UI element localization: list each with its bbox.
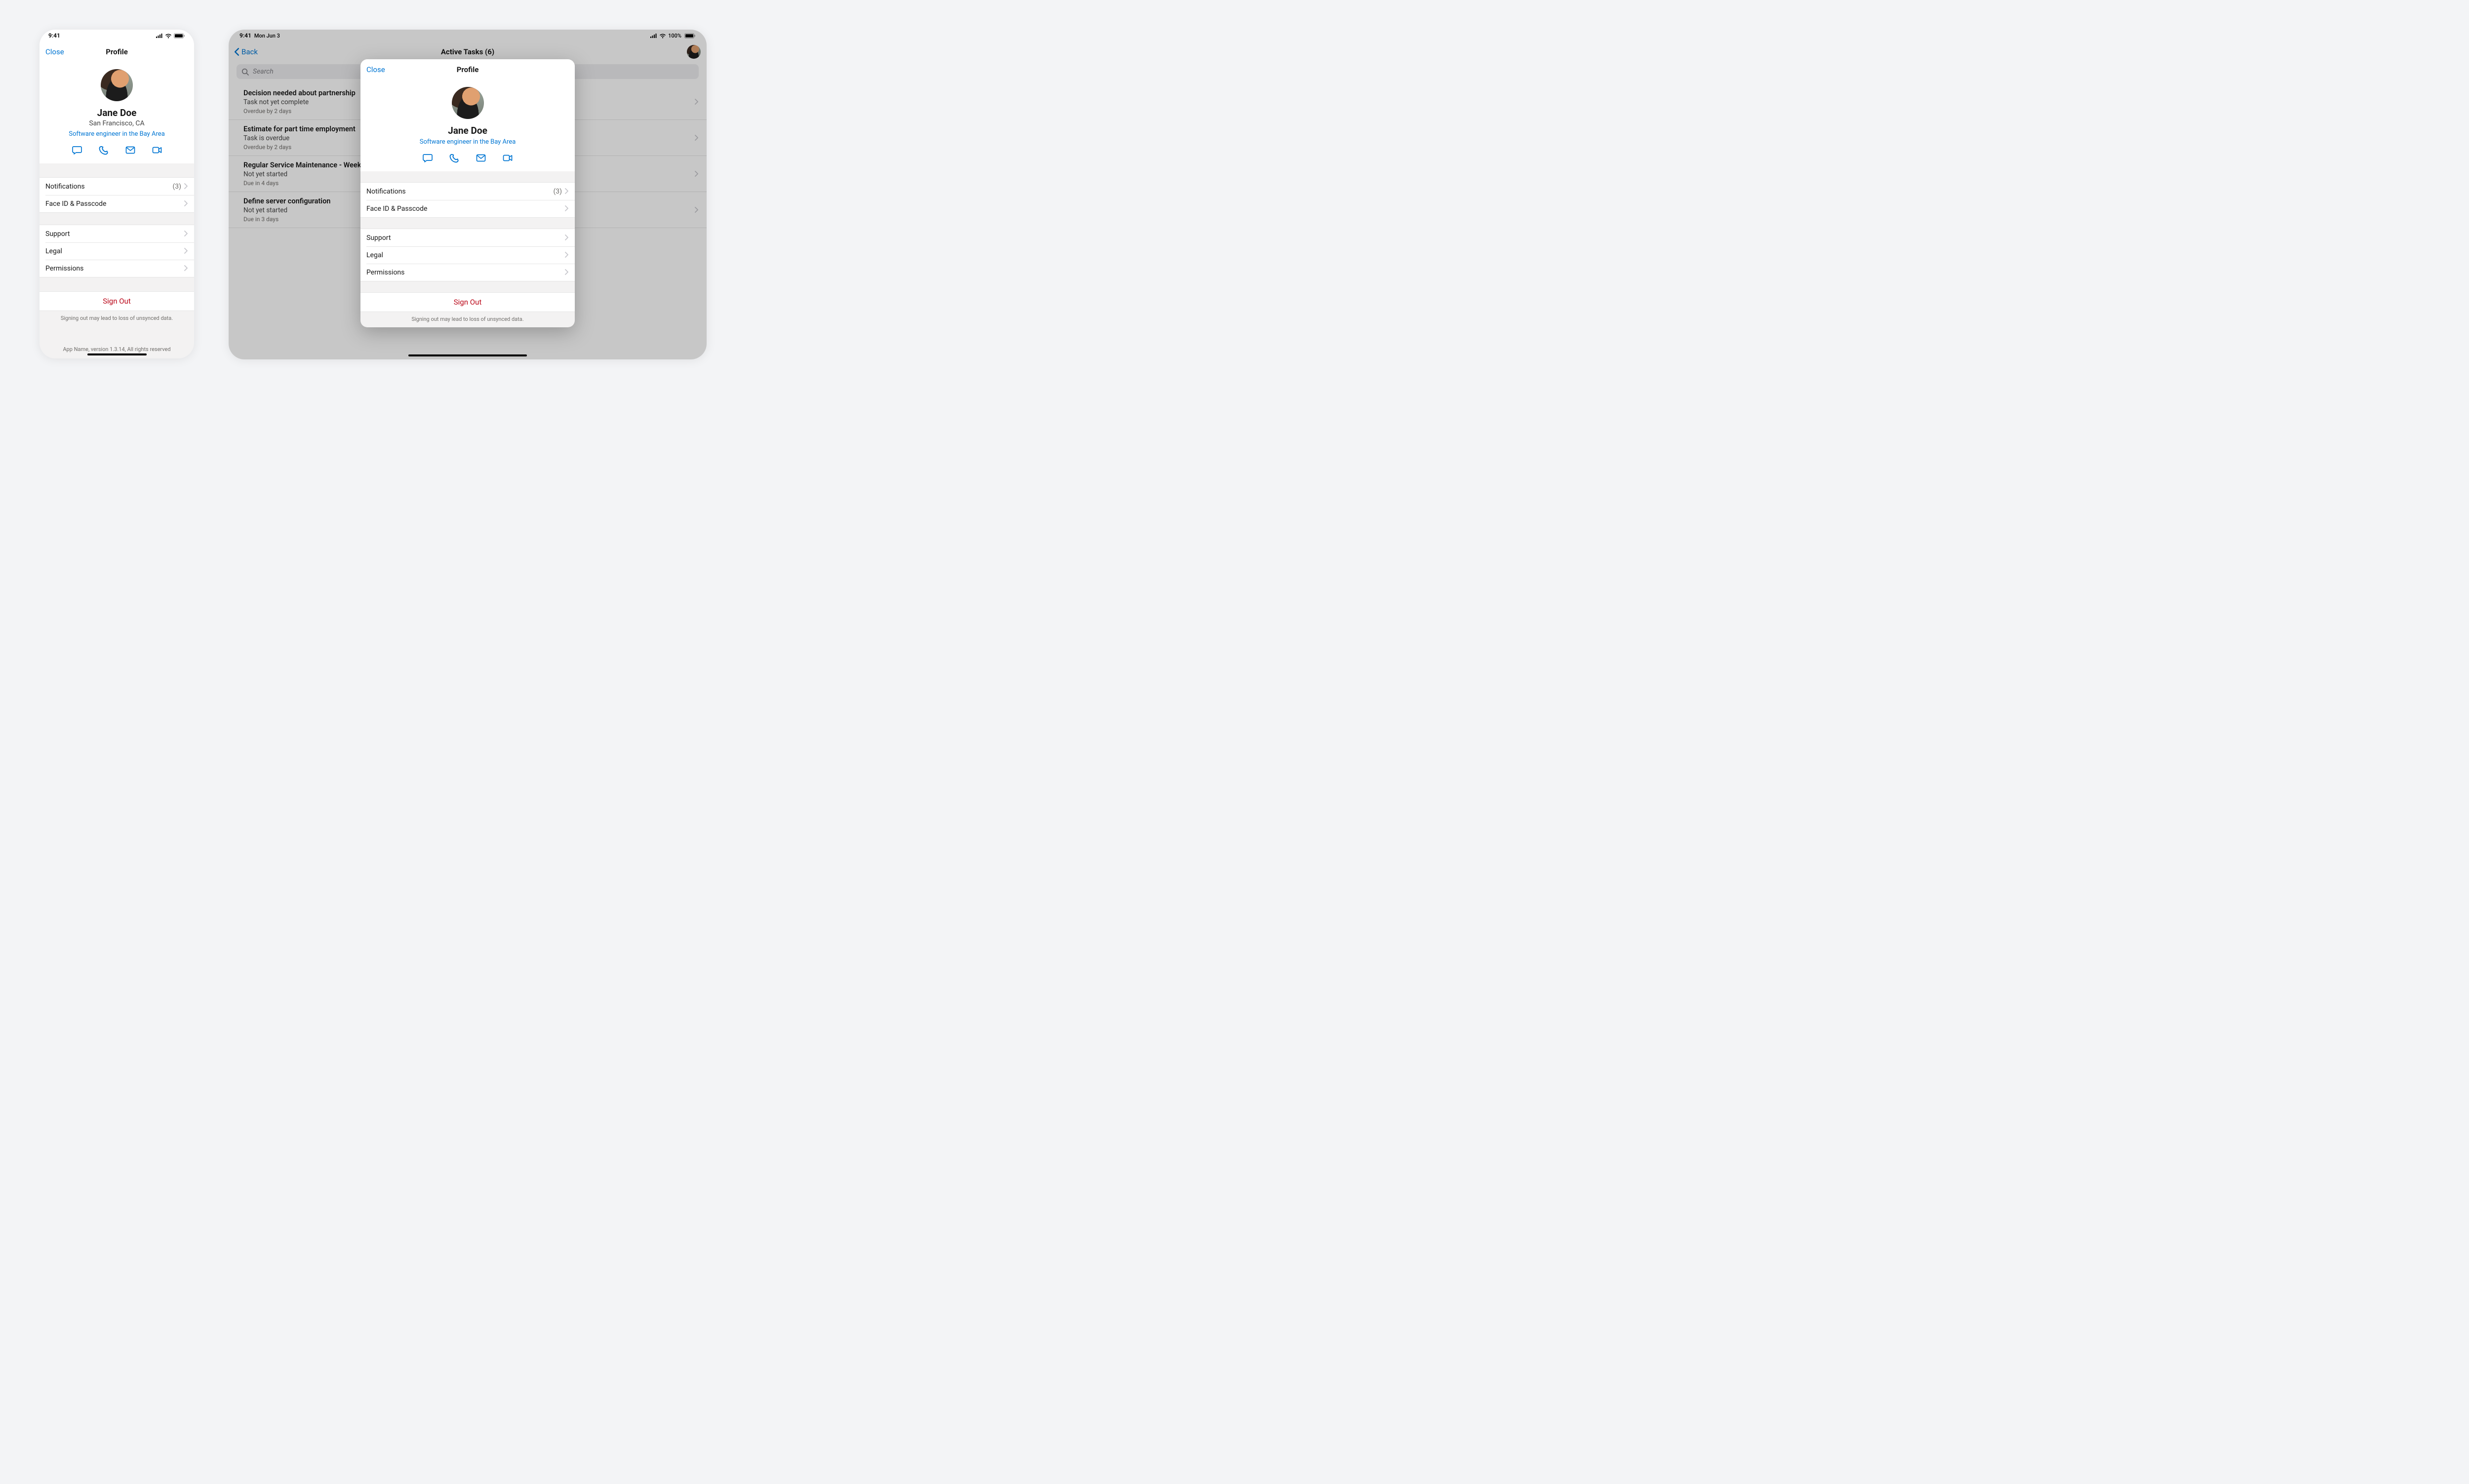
status-time: 9:41 <box>48 32 60 39</box>
chat-icon[interactable] <box>72 145 82 156</box>
settings-group-1: Notifications (3) Face ID & Passcode <box>40 177 194 213</box>
settings-group-2: Support Legal Permissions <box>40 225 194 277</box>
row-permissions[interactable]: Permissions <box>360 264 575 281</box>
battery-icon <box>174 33 185 39</box>
row-legal[interactable]: Legal <box>360 246 575 264</box>
profile-header: Jane Doe Software engineer in the Bay Ar… <box>360 80 575 171</box>
phone-status-bar: 9:41 <box>40 30 194 41</box>
row-support[interactable]: Support <box>40 225 194 242</box>
phone-navbar: Close Profile <box>40 41 194 62</box>
settings-group-2: Support Legal Permissions <box>360 229 575 281</box>
mail-icon[interactable] <box>125 145 136 156</box>
chevron-right-icon <box>184 183 188 190</box>
wifi-icon <box>165 33 172 39</box>
chevron-right-icon <box>565 188 569 195</box>
profile-bio: Software engineer in the Bay Area <box>45 130 188 138</box>
profile-bio: Software engineer in the Bay Area <box>366 138 569 146</box>
row-faceid[interactable]: Face ID & Passcode <box>360 200 575 217</box>
row-label: Face ID & Passcode <box>45 200 184 208</box>
nav-title: Profile <box>106 47 128 56</box>
row-label: Notifications <box>45 183 172 191</box>
home-indicator[interactable] <box>87 353 147 355</box>
chevron-right-icon <box>565 234 569 241</box>
avatar[interactable] <box>452 87 484 119</box>
profile-location: San Francisco, CA <box>45 119 188 127</box>
nav-title: Profile <box>457 65 479 74</box>
cellular-icon <box>156 33 163 39</box>
home-indicator[interactable] <box>408 354 527 356</box>
phone-device: 9:41 Close Profile Jane Doe San Francisc… <box>40 30 194 358</box>
chevron-right-icon <box>565 205 569 212</box>
tablet-device: 9:41 Mon Jun 3 100% Back Active Tasks (6… <box>229 30 707 359</box>
notifications-badge: (3) <box>172 183 181 191</box>
phone-icon[interactable] <box>449 153 460 163</box>
chevron-right-icon <box>184 248 188 254</box>
row-label: Permissions <box>366 269 565 276</box>
sign-out-note: Signing out may lead to loss of unsynced… <box>40 311 194 321</box>
row-label: Permissions <box>45 265 184 273</box>
phone-icon[interactable] <box>98 145 109 156</box>
settings-group-1: Notifications (3) Face ID & Passcode <box>360 182 575 218</box>
row-notifications[interactable]: Notifications (3) <box>360 183 575 200</box>
avatar[interactable] <box>101 69 133 101</box>
notifications-badge: (3) <box>553 188 562 195</box>
profile-name: Jane Doe <box>366 125 569 136</box>
profile-header: Jane Doe San Francisco, CA Software engi… <box>40 62 194 163</box>
row-label: Legal <box>366 251 565 259</box>
chat-icon[interactable] <box>422 153 433 163</box>
chevron-right-icon <box>565 252 569 258</box>
video-icon[interactable] <box>152 145 162 156</box>
row-label: Support <box>366 234 565 242</box>
profile-name: Jane Doe <box>45 107 188 118</box>
chevron-right-icon <box>184 231 188 237</box>
row-label: Face ID & Passcode <box>366 205 565 213</box>
row-label: Notifications <box>366 188 553 195</box>
app-footer: App Name, version 1.3.14, All rights res… <box>40 321 194 352</box>
close-button[interactable]: Close <box>45 41 64 62</box>
row-permissions[interactable]: Permissions <box>40 260 194 277</box>
close-button[interactable]: Close <box>366 59 385 80</box>
mail-icon[interactable] <box>476 153 486 163</box>
sign-out-button[interactable]: Sign Out <box>40 291 194 311</box>
row-label: Legal <box>45 247 184 255</box>
video-icon[interactable] <box>502 153 513 163</box>
row-support[interactable]: Support <box>360 229 575 246</box>
row-legal[interactable]: Legal <box>40 242 194 260</box>
row-faceid[interactable]: Face ID & Passcode <box>40 195 194 212</box>
sign-out-note: Signing out may lead to loss of unsynced… <box>360 312 575 322</box>
row-label: Support <box>45 230 184 238</box>
chevron-right-icon <box>565 269 569 275</box>
row-notifications[interactable]: Notifications (3) <box>40 178 194 195</box>
chevron-right-icon <box>184 265 188 272</box>
popover-navbar: Close Profile <box>360 59 575 80</box>
sign-out-button[interactable]: Sign Out <box>360 292 575 312</box>
chevron-right-icon <box>184 200 188 207</box>
profile-popover: Close Profile Jane Doe Software engineer… <box>360 59 575 327</box>
